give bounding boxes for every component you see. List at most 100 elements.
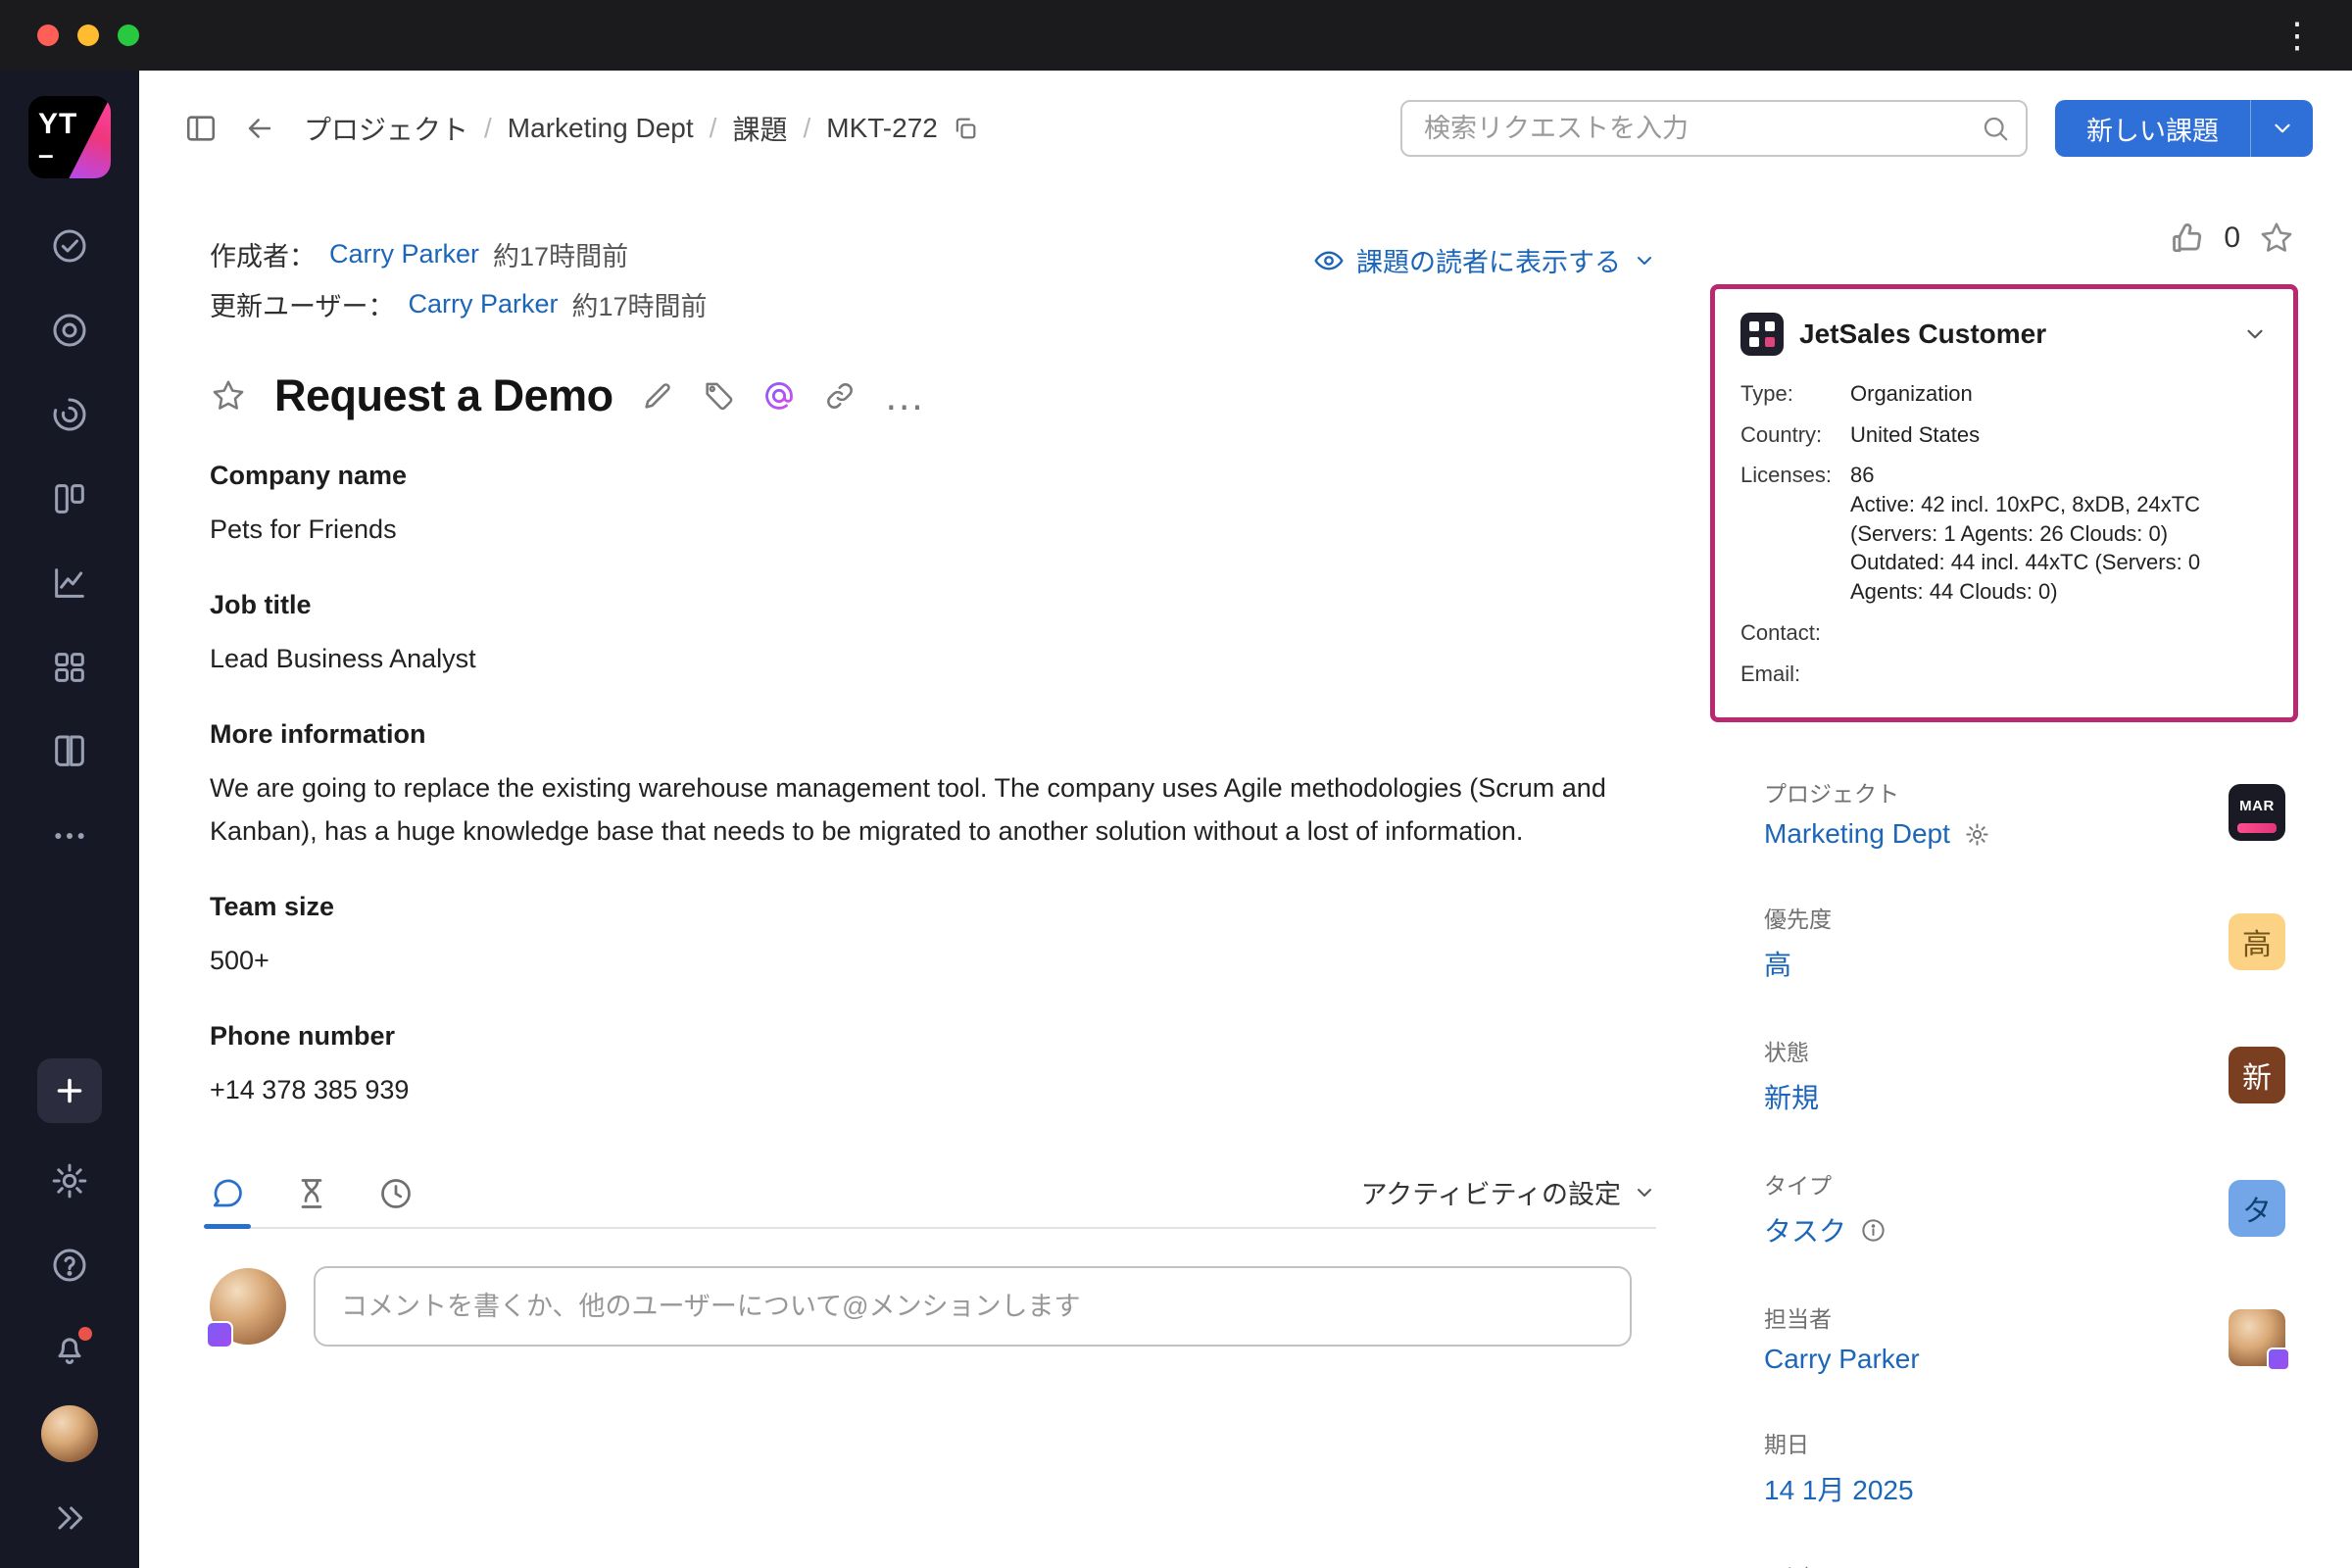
new-issue-button[interactable]: 新しい課題 (2055, 100, 2313, 157)
issue-title: Request a Demo (274, 370, 613, 421)
spiral-icon (50, 395, 89, 434)
create-button[interactable] (37, 1058, 102, 1123)
tag-icon (702, 379, 735, 413)
activity-settings-button[interactable]: アクティビティの設定 (1361, 1173, 1656, 1227)
comment-input[interactable] (314, 1266, 1632, 1347)
project-name[interactable]: Marketing Dept (1764, 818, 1950, 850)
state-value-link[interactable]: 新規 (1764, 1077, 1819, 1116)
add-tag-button[interactable] (702, 379, 735, 413)
breadcrumb-issue-id[interactable]: MKT-272 (826, 113, 938, 144)
customer-card-header[interactable]: JetSales Customer (1740, 313, 2268, 356)
breadcrumb-separator: / (484, 113, 492, 144)
sidebar-item-recent[interactable] (41, 386, 98, 443)
hourglass-icon (294, 1176, 329, 1211)
customer-country-label: Country: (1740, 420, 1850, 450)
copy-link-button[interactable] (823, 379, 857, 413)
project-value-link[interactable]: Marketing Dept (1764, 818, 1990, 850)
user-avatar[interactable] (41, 1405, 98, 1462)
window-menu-icon[interactable]: ⋮ (2279, 18, 2315, 53)
chevrons-right-icon (50, 1498, 89, 1538)
customer-card-title: JetSales Customer (1799, 318, 2046, 350)
field-state: 状態 新規 新 (1764, 1034, 2299, 1116)
sidebar-item-notifications[interactable] (41, 1321, 98, 1378)
assignee-avatar[interactable] (2229, 1309, 2285, 1366)
sidebar-item-dashboards[interactable] (41, 639, 98, 696)
breadcrumb-separator: / (803, 113, 810, 144)
likes-count: 0 (2224, 221, 2240, 255)
sidebar-item-knowledge-base[interactable] (41, 723, 98, 780)
sidebar-item-agile-boards[interactable] (41, 470, 98, 527)
notification-dot (78, 1327, 92, 1341)
info-icon (1860, 1217, 1886, 1244)
ai-assistant-button[interactable] (762, 379, 796, 413)
field-value: Lead Business Analyst (210, 638, 1656, 680)
back-button[interactable] (243, 112, 276, 145)
type-name[interactable]: タスク (1764, 1210, 1846, 1250)
state-name[interactable]: 新規 (1764, 1077, 1819, 1116)
search-bar[interactable] (1400, 100, 2028, 157)
tab-history[interactable] (294, 1176, 329, 1227)
field-label: Company name (210, 461, 1656, 491)
sidebar-collapse-button[interactable] (41, 1490, 98, 1546)
copy-id-button[interactable] (952, 115, 979, 142)
jetsales-logo-icon (1740, 313, 1784, 356)
priority-name[interactable]: 高 (1764, 944, 1791, 983)
updated-user-link[interactable]: Carry Parker (408, 289, 558, 319)
new-issue-dropdown[interactable] (2250, 100, 2313, 157)
youtrack-logo[interactable]: YT – (28, 96, 111, 178)
like-button[interactable] (2169, 220, 2206, 257)
visibility-selector[interactable]: 課題の読者に表示する (1313, 241, 1656, 279)
sidebar-item-more[interactable] (41, 808, 98, 864)
avatar-app-badge-icon (206, 1321, 233, 1348)
sidebar-item-issues[interactable] (41, 218, 98, 274)
issue-updated-line: 更新ユーザー： Carry Parker 約17時間前 (210, 285, 1656, 323)
due-date-value-link[interactable]: 14 1月 2025 (1764, 1469, 1914, 1508)
field-type: タイプ タスク タ (1764, 1167, 2299, 1250)
search-icon[interactable] (1981, 114, 2010, 143)
window-minimize-button[interactable] (77, 24, 99, 46)
assignee-value-link[interactable]: Carry Parker (1764, 1344, 1920, 1375)
updated-label: 更新ユーザー： (210, 285, 394, 323)
link-icon (823, 379, 857, 413)
assignee-app-badge-icon (2267, 1348, 2290, 1371)
state-badge[interactable]: 新 (2229, 1047, 2285, 1103)
search-input[interactable] (1424, 114, 1981, 144)
edit-issue-button[interactable] (641, 379, 674, 413)
due-date[interactable]: 14 1月 2025 (1764, 1469, 1914, 1508)
issue-side-panel: 0 JetSales Customer Type: (1705, 186, 2352, 1568)
sidebar-item-settings[interactable] (41, 1152, 98, 1209)
tab-comments[interactable] (210, 1176, 245, 1227)
sidebar-item-help[interactable] (41, 1237, 98, 1294)
field-label: Phone number (210, 1021, 1656, 1052)
breadcrumb-issues[interactable]: 課題 (732, 109, 787, 148)
project-label: プロジェクト (1764, 775, 1990, 808)
type-info-button[interactable] (1860, 1217, 1886, 1244)
issue-view: 作成者： Carry Parker 約17時間前 課題の読者に表示する 更新ユー… (139, 186, 1705, 1568)
priority-value-link[interactable]: 高 (1764, 944, 1832, 983)
new-issue-label[interactable]: 新しい課題 (2055, 100, 2250, 157)
created-user-link[interactable]: Carry Parker (329, 239, 479, 270)
window-zoom-button[interactable] (118, 24, 139, 46)
breadcrumb-project[interactable]: Marketing Dept (508, 113, 694, 144)
sidebar-item-helpdesk[interactable] (41, 302, 98, 359)
customer-card-collapse[interactable] (2242, 321, 2268, 347)
project-avatar-badge[interactable]: MAR (2229, 784, 2285, 841)
created-label: 作成者： (210, 235, 316, 273)
breadcrumb-projects[interactable]: プロジェクト (304, 109, 468, 148)
panel-toggle-button[interactable] (184, 112, 218, 145)
assignee-name[interactable]: Carry Parker (1764, 1344, 1920, 1375)
star-issue-button[interactable] (210, 377, 247, 415)
more-actions-button[interactable]: … (884, 388, 925, 405)
type-value-link[interactable]: タスク (1764, 1210, 1886, 1250)
favorite-button[interactable] (2258, 220, 2295, 257)
tab-time-tracking[interactable] (378, 1176, 414, 1227)
type-badge[interactable]: タ (2229, 1180, 2285, 1237)
sidebar-item-reports[interactable] (41, 555, 98, 612)
question-icon (50, 1246, 89, 1285)
window-close-button[interactable] (37, 24, 59, 46)
target-icon (50, 311, 89, 350)
priority-badge[interactable]: 高 (2229, 913, 2285, 970)
priority-label: 優先度 (1764, 901, 1832, 934)
project-settings-button[interactable] (1964, 821, 1990, 848)
visibility-label: 課題の読者に表示する (1356, 241, 1621, 279)
